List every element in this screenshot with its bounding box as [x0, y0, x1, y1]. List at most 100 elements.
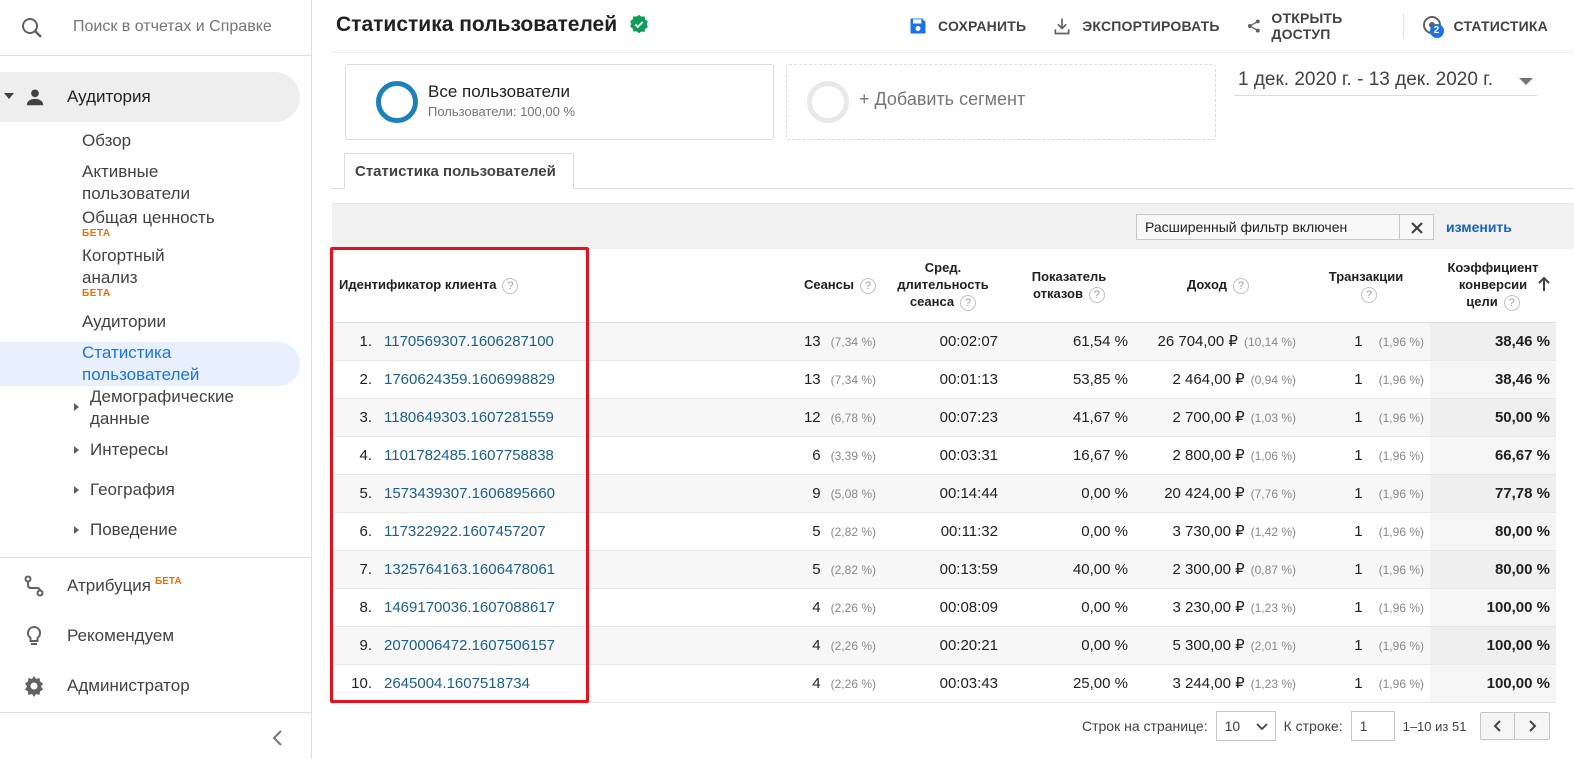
help-icon[interactable]: ? — [960, 295, 977, 312]
sidebar-item-overview[interactable]: Обзор — [82, 130, 131, 152]
client-id-link[interactable]: 1101782485.1607758838 — [384, 447, 554, 464]
transactions-value: 1 — [1354, 674, 1363, 692]
share-button[interactable]: ОТКРЫТЬ ДОСТУП — [1246, 10, 1377, 42]
segment-ring-icon — [376, 81, 418, 123]
prev-page-button[interactable] — [1481, 713, 1516, 739]
sort-ascending-icon[interactable] — [1537, 276, 1551, 297]
help-icon[interactable]: ? — [1503, 295, 1520, 312]
sidebar-item-lifetime-value[interactable]: Общая ценность БЕТА — [82, 207, 215, 239]
nav-discover-label: Рекомендуем — [67, 626, 175, 645]
help-icon[interactable]: ? — [502, 278, 519, 295]
search-bar[interactable]: Поиск в отчетах и Справке — [0, 0, 312, 56]
label-text: Атрибуция — [67, 576, 152, 595]
client-id-link[interactable]: 1573439307.1606895660 — [384, 485, 555, 502]
header-label: сеанса — [909, 294, 955, 310]
goto-row-input[interactable]: 1 — [1350, 711, 1395, 741]
transactions-share: (1,96 %) — [1378, 638, 1424, 653]
client-id-link[interactable]: 2645004.1607518734 — [384, 675, 530, 692]
row-index: 4. — [359, 446, 372, 464]
sidebar-item-interests[interactable]: Интересы — [90, 439, 168, 461]
col-revenue[interactable]: Доход? — [1134, 249, 1302, 323]
sessions-share: (2,82 %) — [830, 562, 876, 577]
pagination: Строк на странице: 10 К строке: 1 1–10 и… — [1082, 710, 1551, 742]
transactions-share: (1,96 %) — [1378, 486, 1424, 501]
sidebar-item-audiences[interactable]: Аудитории — [82, 311, 166, 333]
col-transactions[interactable]: Транзакции ? — [1302, 249, 1430, 323]
cell-revenue: 2 800,00 ₽ (1,06 %) — [1134, 436, 1302, 475]
search-input[interactable]: Поиск в отчетах и Справке — [73, 18, 277, 36]
header-label: Коэффициент — [1447, 260, 1539, 276]
collapse-sidebar-icon[interactable] — [268, 726, 288, 750]
cell-transactions: 1 (1,96 %) — [1302, 436, 1430, 475]
add-segment-button[interactable]: + Добавить сегмент — [786, 64, 1216, 140]
sidebar-item-demographics[interactable]: Демографические данные — [90, 386, 248, 430]
export-label: ЭКСПОРТИРОВАТЬ — [1082, 18, 1220, 34]
export-button[interactable]: ЭКСПОРТИРОВАТЬ — [1052, 16, 1220, 36]
client-id-link[interactable]: 2070006472.1607506157 — [384, 637, 555, 654]
sessions-value: 13 — [803, 332, 821, 350]
transactions-value: 1 — [1354, 408, 1363, 426]
client-id-link[interactable]: 1469170036.1607088617 — [384, 599, 555, 616]
col-bounce-rate[interactable]: Показатель отказов? — [1004, 249, 1134, 323]
cell-duration: 00:13:59 — [882, 550, 1004, 589]
revenue-value: 2 700,00 ₽ — [1172, 409, 1245, 426]
nav-audience[interactable]: Аудитория — [0, 72, 300, 122]
transactions-value: 1 — [1354, 598, 1363, 616]
insights-button[interactable]: 2 СТАТИСТИКА — [1420, 14, 1549, 38]
nav-attribution[interactable]: Атрибуция БЕТА — [0, 566, 312, 606]
help-icon[interactable]: ? — [1361, 286, 1377, 303]
col-avg-duration[interactable]: Сред. длительность сеанса? — [882, 249, 1004, 323]
table-row: 9. 2070006472.1607506157 4 (2,26 %) 00:20:21… — [332, 626, 1556, 665]
revenue-value: 2 300,00 ₽ — [1172, 561, 1245, 578]
rows-per-page-select[interactable]: 10 — [1215, 711, 1276, 741]
row-index: 7. — [359, 560, 372, 578]
save-button[interactable]: СОХРАНИТЬ — [908, 16, 1026, 36]
client-id-link[interactable]: 1325764163.1606478061 — [384, 561, 555, 578]
cell-transactions: 1 (1,96 %) — [1302, 322, 1430, 361]
beta-badge: БЕТА — [82, 228, 111, 239]
cell-duration: 00:03:31 — [882, 436, 1004, 475]
transactions-value: 1 — [1354, 332, 1363, 350]
help-icon[interactable]: ? — [1232, 278, 1249, 295]
sessions-value: 12 — [803, 408, 821, 426]
date-range-text: 1 дек. 2020 г. - 13 дек. 2020 г. — [1238, 69, 1494, 90]
cell-client-id: 6. 117322922.1607457207 — [332, 512, 752, 551]
client-id-link[interactable]: 1170569307.1606287100 — [384, 333, 554, 350]
header-label: Доход — [1187, 277, 1227, 293]
save-label: СОХРАНИТЬ — [938, 18, 1027, 34]
sidebar-item-active-users[interactable]: Активные пользователи — [82, 161, 232, 205]
nav-audience-label: Аудитория — [67, 87, 151, 106]
clear-filter-button[interactable] — [1400, 214, 1434, 240]
cell-sessions: 4 (2,26 %) — [752, 626, 882, 665]
cell-goal-conversion: 80,00 % — [1430, 512, 1556, 551]
cell-sessions: 13 (7,34 %) — [752, 360, 882, 399]
table-row: 3. 1180649303.1607281559 12 (6,78 %) 00:07:2… — [332, 398, 1556, 437]
change-filter-link[interactable]: изменить — [1446, 219, 1512, 235]
advanced-filter-status[interactable]: Расширенный фильтр включен — [1136, 214, 1400, 240]
cell-sessions: 4 (2,26 %) — [752, 588, 882, 627]
sidebar-item-behavior[interactable]: Поведение — [90, 519, 177, 541]
tab-user-explorer[interactable]: Статистика пользователей — [344, 153, 574, 189]
client-id-link[interactable]: 1760624359.1606998829 — [384, 371, 555, 388]
segment-all-users[interactable]: Все пользователи Пользователи: 100,00 % — [345, 64, 774, 140]
search-icon[interactable] — [20, 16, 44, 45]
sidebar: Поиск в отчетах и Справке Аудитория Обзо… — [0, 0, 312, 759]
nav-admin[interactable]: Администратор — [0, 666, 312, 706]
next-page-button[interactable] — [1515, 713, 1549, 739]
help-icon[interactable]: ? — [860, 278, 876, 295]
sidebar-item-user-explorer[interactable]: Статистика пользователей — [82, 342, 252, 386]
col-sessions[interactable]: Сеансы? — [752, 249, 882, 323]
nav-discover[interactable]: Рекомендуем — [0, 616, 312, 656]
chevron-right-icon — [74, 526, 79, 534]
sidebar-item-label: Общая ценность — [82, 208, 215, 227]
sessions-share: (2,82 %) — [830, 524, 876, 539]
sidebar-item-geo[interactable]: География — [90, 479, 175, 501]
col-client-id[interactable]: Идентификатор клиента? — [332, 249, 752, 323]
help-icon[interactable]: ? — [1088, 286, 1105, 303]
client-id-link[interactable]: 117322922.1607457207 — [384, 523, 546, 540]
date-range-picker[interactable]: 1 дек. 2020 г. - 13 дек. 2020 г. — [1234, 66, 1537, 96]
client-id-link[interactable]: 1180649303.1607281559 — [384, 409, 554, 426]
sidebar-item-cohort[interactable]: Когортный анализ БЕТА — [82, 245, 192, 299]
table-row: 4. 1101782485.1607758838 6 (3,39 %) 00:03:31… — [332, 436, 1556, 475]
transactions-share: (1,96 %) — [1378, 372, 1424, 387]
